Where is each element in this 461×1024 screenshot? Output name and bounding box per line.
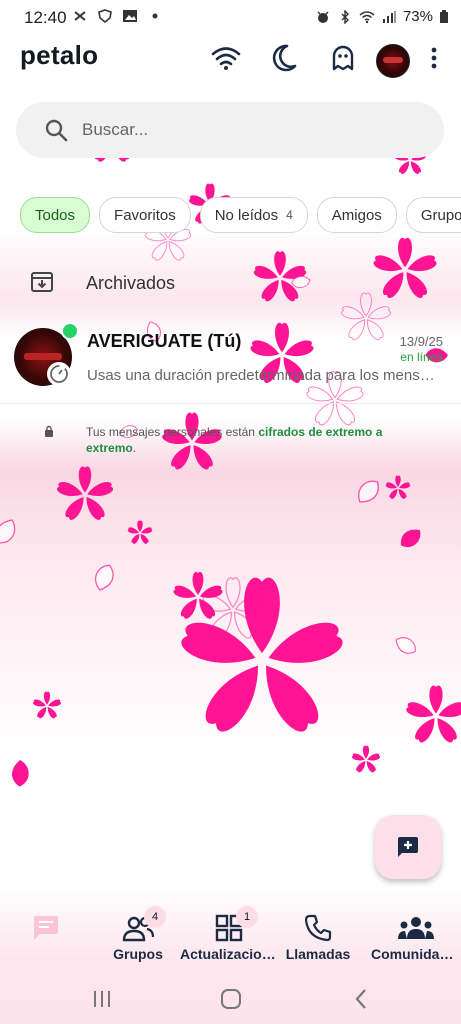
status-bar: 12:40 73% — [0, 0, 461, 34]
bottom-navigation: 4 Grupos 1 Actualizaciones Llamadas Comu… — [0, 898, 461, 974]
more-options-button[interactable] — [416, 40, 452, 76]
new-chat-icon — [398, 837, 418, 857]
communities-icon — [398, 917, 434, 939]
nav-label: Grupos — [113, 946, 163, 962]
chat-list-item[interactable]: AVERIGUATE (Tú) 13/9/25 en línea Usas un… — [0, 322, 461, 398]
archive-icon — [31, 272, 53, 292]
status-time: 12:40 — [24, 8, 67, 27]
signal-icon — [382, 10, 396, 23]
wifi-icon — [359, 10, 375, 23]
encryption-text: Tus mensajes personales están — [86, 425, 259, 439]
groups-badge: 4 — [144, 906, 166, 928]
nav-label: Llamadas — [285, 946, 351, 962]
phone-icon — [304, 914, 332, 942]
home-icon — [221, 989, 241, 1009]
recents-icon — [94, 991, 110, 1007]
shield-icon — [98, 9, 112, 23]
system-icons: 73% — [315, 8, 449, 25]
nav-communities[interactable]: Comunidades — [371, 912, 461, 962]
chip-no-leidos[interactable]: No leídos 4 — [199, 197, 308, 233]
recent-apps-button[interactable] — [87, 984, 117, 1014]
lock-icon — [45, 425, 53, 437]
search-bar[interactable]: Buscar... — [16, 102, 444, 158]
chat-icon — [34, 916, 58, 940]
chip-label: Todos — [35, 206, 76, 224]
new-chat-button[interactable] — [375, 815, 441, 879]
chip-grupos[interactable]: Grupos — [405, 197, 461, 233]
nav-updates[interactable]: 1 Actualizaciones — [180, 906, 278, 962]
chip-count: 4 — [286, 208, 293, 222]
link-icon — [74, 11, 86, 21]
notification-icons — [72, 9, 163, 23]
wifi-icon — [211, 47, 241, 70]
divider — [0, 403, 461, 404]
app-title: petalo — [20, 40, 99, 70]
app-header: petalo — [0, 34, 461, 90]
nav-calls[interactable]: Llamadas — [268, 912, 368, 962]
search-icon — [45, 119, 68, 142]
online-indicator — [61, 322, 79, 340]
profile-avatar[interactable] — [376, 44, 410, 78]
filter-chips: Todos Favoritos No leídos 4 Amigos Grupos — [20, 197, 461, 233]
archived-label: Archivados — [86, 273, 176, 293]
chat-name: AVERIGUATE (Tú) — [87, 331, 242, 351]
more-vert-icon — [431, 47, 437, 69]
chip-label: Amigos — [331, 206, 382, 224]
wifi-status-button[interactable] — [208, 40, 244, 76]
disappearing-timer-badge — [47, 362, 71, 386]
nav-label: Actualizaciones — [180, 946, 278, 962]
chip-favoritos[interactable]: Favoritos — [99, 197, 191, 233]
back-icon — [355, 989, 366, 1009]
nav-label: Comunidades — [371, 946, 461, 962]
alarm-icon — [317, 10, 329, 23]
gallery-icon — [123, 10, 137, 22]
chip-todos[interactable]: Todos — [20, 197, 91, 233]
dot-icon — [152, 13, 158, 19]
encryption-end: . — [132, 441, 137, 455]
chip-amigos[interactable]: Amigos — [316, 197, 397, 233]
ghost-mode-button[interactable] — [325, 40, 361, 76]
chat-status: en línea — [400, 350, 443, 364]
dark-mode-button[interactable] — [266, 40, 302, 76]
battery-percent: 73% — [402, 8, 433, 25]
back-button[interactable] — [346, 984, 376, 1014]
nav-chats[interactable] — [0, 912, 96, 946]
moon-icon — [272, 44, 297, 72]
timer-icon — [50, 365, 68, 383]
battery-icon — [440, 9, 448, 23]
chat-date: 13/9/25 — [399, 334, 443, 349]
bluetooth-icon — [341, 9, 349, 24]
home-button[interactable] — [216, 984, 246, 1014]
chip-label: Grupos — [420, 206, 461, 224]
chip-label: No leídos — [214, 206, 279, 224]
updates-badge: 1 — [236, 906, 258, 928]
ghost-icon — [332, 45, 354, 71]
nav-groups[interactable]: 4 Grupos — [88, 906, 188, 962]
archived-row[interactable]: Archivados — [0, 262, 461, 306]
chat-preview: Usas una duración predeterminada para lo… — [87, 367, 437, 384]
search-placeholder: Buscar... — [82, 120, 149, 139]
system-navigation-bar — [0, 974, 461, 1024]
chip-label: Favoritos — [114, 206, 176, 224]
